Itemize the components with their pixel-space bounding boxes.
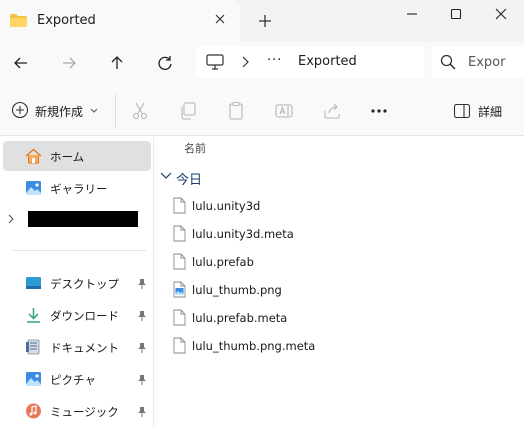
- details-label: 詳細: [478, 105, 503, 119]
- new-button-label: 新規作成: [35, 105, 84, 119]
- sidebar-item-home[interactable]: ホーム: [3, 141, 151, 171]
- sidebar-item-label: ミュージック: [50, 405, 119, 419]
- file-name: lulu.prefab: [192, 255, 254, 269]
- redacted-label: [28, 211, 138, 227]
- refresh-icon[interactable]: [154, 52, 176, 74]
- command-bar: 新規作成 詳細: [0, 86, 524, 136]
- folder-icon: [10, 14, 27, 27]
- column-header-name[interactable]: 名前: [184, 140, 206, 156]
- rename-icon[interactable]: [274, 101, 294, 121]
- sidebar-item-pictures[interactable]: ピクチャ: [0, 364, 152, 394]
- tab-exported[interactable]: Exported: [0, 0, 240, 42]
- image-file-icon: [173, 281, 186, 298]
- list-item[interactable]: lulu.unity3d: [169, 192, 509, 220]
- add-circle-icon: [11, 101, 29, 119]
- pin-icon[interactable]: [137, 310, 147, 321]
- sidebar-item-gallery[interactable]: ギャラリー: [0, 173, 152, 203]
- maximize-icon[interactable]: [446, 4, 466, 24]
- computer-icon: [206, 54, 224, 70]
- desktop-icon: [26, 277, 41, 289]
- chevron-right-icon[interactable]: [7, 214, 15, 224]
- list-item[interactable]: lulu.prefab.meta: [169, 304, 509, 332]
- gallery-icon: [26, 181, 41, 195]
- file-icon: [173, 337, 186, 354]
- cut-icon[interactable]: [130, 101, 150, 121]
- chevron-down-icon: [90, 108, 98, 113]
- file-name: lulu_thumb.png.meta: [192, 339, 316, 353]
- minimize-icon[interactable]: [402, 4, 422, 24]
- sidebar-item-documents[interactable]: ドキュメント: [0, 332, 152, 362]
- chevron-down-icon[interactable]: [160, 172, 172, 180]
- search-icon: [440, 54, 456, 70]
- sidebar-divider: [12, 250, 146, 251]
- sidebar-item-label: ピクチャ: [50, 373, 96, 387]
- home-icon: [25, 148, 42, 164]
- sidebar-item-label: デスクトップ: [50, 277, 119, 291]
- sidebar-item-downloads[interactable]: ダウンロード: [0, 300, 152, 330]
- new-button[interactable]: 新規作成: [8, 98, 100, 124]
- copy-icon[interactable]: [178, 101, 198, 121]
- close-tab-icon[interactable]: [212, 11, 228, 27]
- pin-icon[interactable]: [137, 374, 147, 385]
- navigation-bar: ··· Exported: [0, 42, 524, 86]
- file-name: lulu.prefab.meta: [192, 311, 288, 325]
- paste-icon[interactable]: [226, 101, 246, 121]
- share-icon[interactable]: [322, 101, 342, 121]
- file-icon: [173, 253, 186, 270]
- sidebar-item-desktop[interactable]: デスクトップ: [0, 268, 152, 298]
- list-item[interactable]: lulu.prefab: [169, 248, 509, 276]
- pin-icon[interactable]: [137, 278, 147, 289]
- download-icon: [27, 308, 40, 323]
- navigation-pane: ホーム ギャラリー デスクトップ ダウンロード ドキュメント ピクチャ ミュージ…: [0, 137, 154, 428]
- toolbar-divider: [115, 94, 116, 128]
- close-window-icon[interactable]: [491, 4, 511, 24]
- sidebar-item-label: ダウンロード: [50, 309, 119, 323]
- document-icon: [26, 339, 40, 355]
- search-box[interactable]: [432, 46, 524, 78]
- breadcrumb-current[interactable]: Exported: [298, 54, 357, 69]
- details-pane-icon: [454, 104, 470, 118]
- sidebar-item-label: ホーム: [50, 150, 85, 164]
- list-item[interactable]: lulu_thumb.png: [169, 276, 509, 304]
- file-name: lulu.unity3d: [192, 199, 261, 213]
- breadcrumb-overflow[interactable]: ···: [267, 53, 282, 68]
- new-tab-icon[interactable]: [256, 12, 274, 30]
- tab-title: Exported: [37, 13, 96, 28]
- pin-icon[interactable]: [137, 342, 147, 353]
- file-icon: [173, 225, 186, 242]
- list-item[interactable]: lulu_thumb.png.meta: [169, 332, 509, 360]
- up-arrow-icon[interactable]: [106, 52, 128, 74]
- back-arrow-icon[interactable]: [10, 52, 32, 74]
- file-icon: [173, 309, 186, 326]
- forward-arrow-icon[interactable]: [58, 52, 80, 74]
- search-input[interactable]: [468, 46, 524, 78]
- more-options-icon[interactable]: [368, 100, 390, 122]
- group-header-today[interactable]: 今日: [176, 169, 202, 188]
- sidebar-item-music[interactable]: ミュージック: [0, 396, 152, 426]
- file-icon: [173, 197, 186, 214]
- music-icon: [26, 403, 41, 419]
- address-bar[interactable]: ··· Exported: [196, 46, 424, 78]
- sidebar-item-label: ギャラリー: [50, 182, 108, 196]
- file-list: 名前 今日 lulu.unity3d lulu.unity3d.meta lul…: [155, 137, 524, 428]
- file-name: lulu_thumb.png: [192, 283, 282, 297]
- chevron-right-icon[interactable]: [240, 56, 250, 68]
- file-name: lulu.unity3d.meta: [192, 227, 294, 241]
- pictures-icon: [26, 372, 41, 386]
- sidebar-item-label: ドキュメント: [50, 341, 119, 355]
- pin-icon[interactable]: [137, 406, 147, 417]
- title-bar: Exported: [0, 0, 524, 42]
- list-item[interactable]: lulu.unity3d.meta: [169, 220, 509, 248]
- details-button[interactable]: 詳細: [452, 100, 512, 122]
